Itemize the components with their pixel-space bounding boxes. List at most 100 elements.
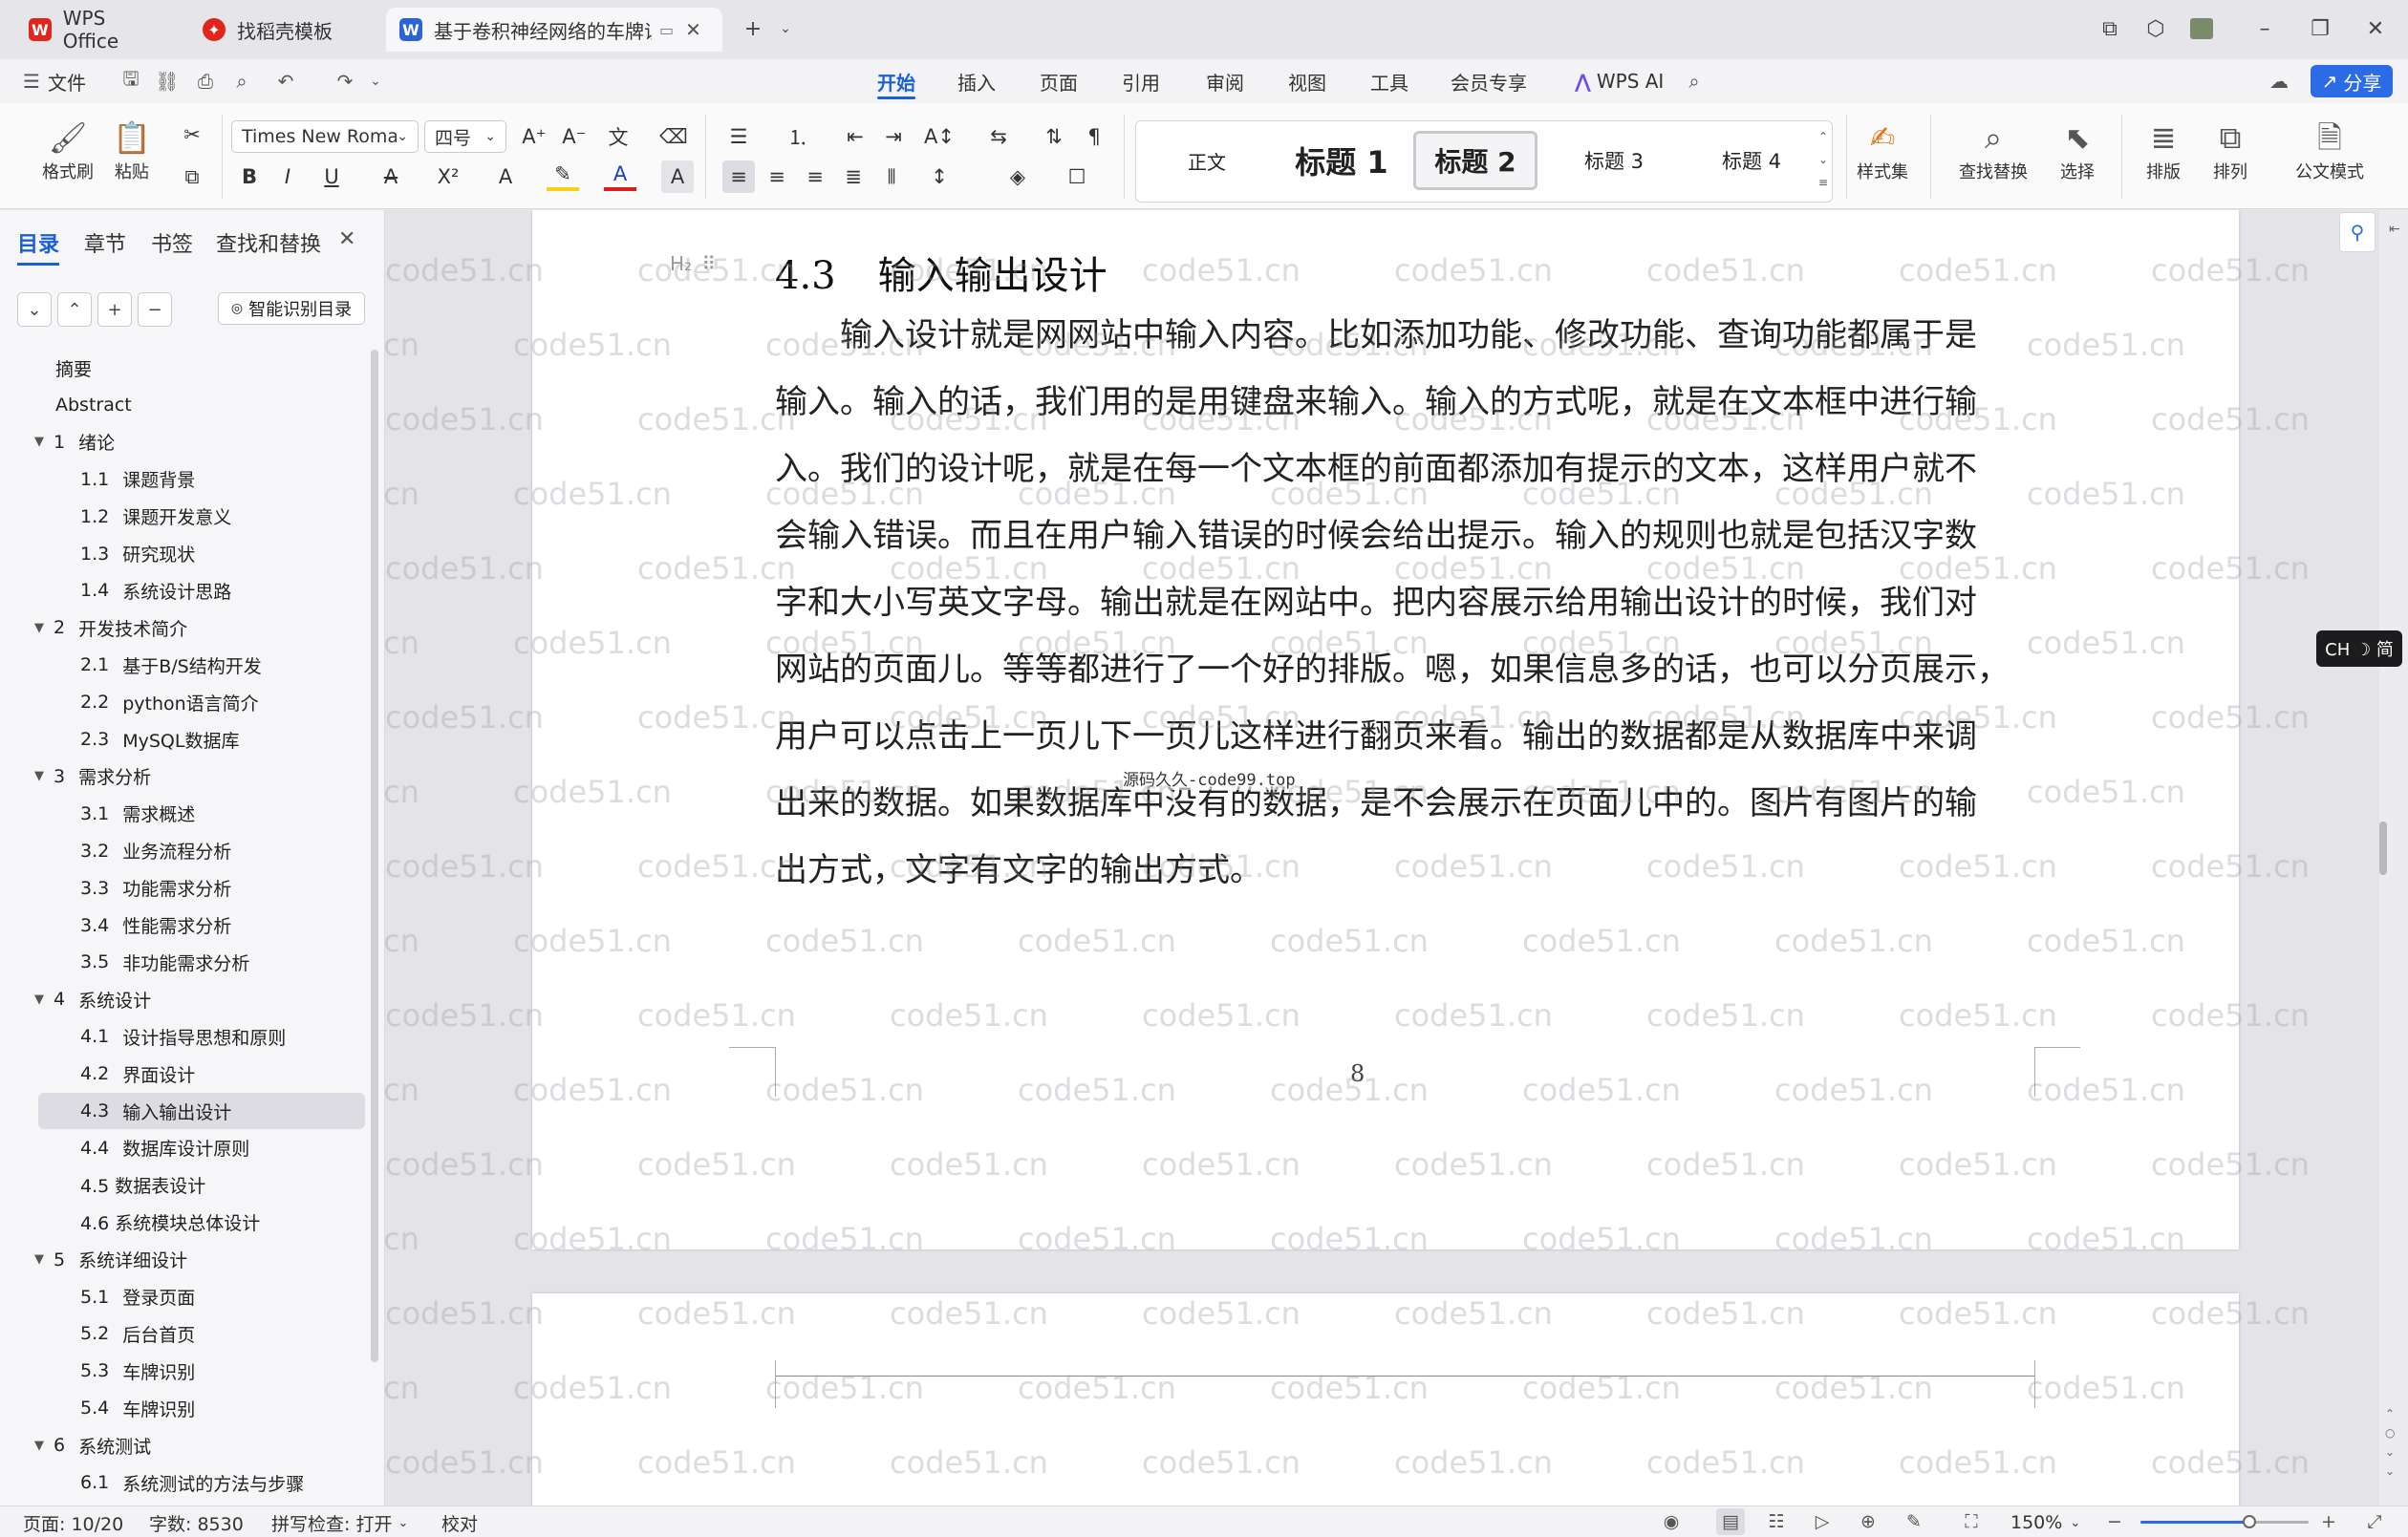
grow-font-icon[interactable]: A⁺	[518, 120, 550, 153]
underline-icon[interactable]: U	[315, 160, 348, 193]
toc-item[interactable]: ▼ 5 系统详细设计	[34, 1242, 365, 1278]
outline-view-icon[interactable]: ☷	[1762, 1508, 1791, 1535]
cube-icon[interactable]: ⬡	[2139, 13, 2173, 44]
tab-list-chevron-icon[interactable]: ⌄	[768, 13, 803, 44]
toc-item[interactable]: 3.1 需求概述	[38, 796, 365, 832]
menu-member[interactable]: 会员专享	[1451, 59, 1527, 103]
close-pane-icon[interactable]: ✕	[338, 227, 355, 251]
print-preview-icon[interactable]: ⌕	[227, 67, 256, 96]
zoom-slider[interactable]	[2140, 1515, 2309, 1528]
phonetic-icon[interactable]: 文	[602, 120, 634, 153]
remove-heading-icon[interactable]: −	[138, 292, 172, 327]
highlight-icon[interactable]: ✎	[547, 160, 579, 191]
avatar[interactable]	[2184, 13, 2219, 44]
menu-file[interactable]: 文件	[48, 59, 86, 103]
toc-item[interactable]: 5.4 车牌识别	[38, 1390, 365, 1426]
eye-icon[interactable]: ◉	[1657, 1508, 1686, 1535]
toc-item[interactable]: 4.6 系统模块总体设计	[38, 1205, 365, 1241]
font-name-select[interactable]: Times New Romar ⌄	[231, 120, 419, 153]
minimize-icon[interactable]: –	[2247, 13, 2282, 44]
bold-icon[interactable]: B	[233, 160, 266, 193]
toc-item[interactable]: ▼ 4 系统设计	[34, 981, 365, 1017]
paste-button[interactable]: 📋 粘贴	[113, 117, 151, 183]
toc-item[interactable]: ▼ 1 绪论	[34, 424, 365, 460]
official-mode-button[interactable]: 🗎 公文模式	[2280, 117, 2379, 183]
zoom-select[interactable]: 150% ⌄	[2010, 1510, 2080, 1535]
sort-icon[interactable]: ⇅	[1038, 120, 1070, 153]
toc-item[interactable]: 4.3 输入输出设计	[38, 1093, 365, 1129]
tab-wps-office[interactable]: W WPS Office	[15, 7, 180, 53]
cut-icon[interactable]: ✂	[176, 118, 208, 151]
expand-triangle-icon[interactable]: ▼	[34, 1439, 54, 1453]
outdent-icon[interactable]: ⇤	[839, 120, 871, 153]
toc-scrollbar[interactable]	[371, 350, 378, 1362]
italic-icon[interactable]: I	[271, 160, 304, 193]
menu-page[interactable]: 页面	[1040, 59, 1078, 103]
ime-badge[interactable]: CH ☽ 简	[2316, 630, 2402, 667]
nav-tab-find-replace[interactable]: 查找和替换	[216, 227, 321, 258]
menu-view[interactable]: 视图	[1288, 59, 1326, 103]
shrink-font-icon[interactable]: A⁻	[558, 120, 591, 153]
style-heading-3[interactable]: 标题 3	[1549, 131, 1679, 190]
play-icon[interactable]: ▷	[1808, 1508, 1837, 1535]
close-window-icon[interactable]: ✕	[2358, 13, 2393, 44]
save-icon[interactable]: 🖫	[117, 67, 145, 96]
show-marks-icon[interactable]: ¶	[1078, 120, 1110, 153]
toc-item[interactable]: ▼ 6 系统测试	[34, 1427, 365, 1463]
screen-icon[interactable]: ▭	[659, 21, 674, 39]
toc-item[interactable]: 1.3 研究现状	[38, 536, 365, 572]
page-indicator[interactable]: 页面: 10/20	[23, 1510, 123, 1535]
char-shading-icon[interactable]: A	[661, 160, 694, 193]
justify-icon[interactable]: ≣	[837, 160, 870, 193]
line-break-icon[interactable]: ⇆	[982, 120, 1015, 153]
style-heading-4[interactable]: 标题 4	[1687, 131, 1817, 190]
toc-item[interactable]: 5.3 车牌识别	[38, 1353, 365, 1389]
find-replace-button[interactable]: ⌕ 查找替换	[1951, 117, 2035, 183]
bullet-list-icon[interactable]: ☰	[722, 120, 755, 153]
toc-item[interactable]: 2.3 MySQL数据库	[38, 721, 365, 758]
page-view-icon[interactable]: ▤	[1716, 1508, 1745, 1535]
toc-item[interactable]: 3.3 功能需求分析	[38, 870, 365, 907]
zoom-slider-knob[interactable]	[2243, 1515, 2257, 1528]
page-nav-icon[interactable]: ⌃ ○ ⌄ ⌄	[2385, 1404, 2395, 1481]
toc-item[interactable]: 1.4 系统设计思路	[38, 572, 365, 608]
shading-icon[interactable]: ◈	[1001, 160, 1034, 193]
copy-icon[interactable]: ⧉	[176, 160, 208, 193]
toc-item[interactable]: ▼ 2 开发技术简介	[34, 609, 365, 646]
close-tab-icon[interactable]: ✕	[685, 18, 701, 41]
tab-document[interactable]: W 基于卷积神经网络的车牌识别 ▭ ✕	[386, 8, 722, 52]
zoom-in-icon[interactable]: +	[2314, 1508, 2343, 1535]
new-tab-button[interactable]: +	[736, 13, 770, 44]
superscript-icon[interactable]: X²	[432, 160, 464, 193]
quick-access-chevron-icon[interactable]: ⌄	[361, 67, 390, 96]
toc-item[interactable]: 2.2 python语言简介	[38, 684, 365, 720]
font-color-icon[interactable]: A	[604, 160, 636, 191]
style-heading-1[interactable]: 标题 1	[1278, 131, 1406, 190]
pen-icon[interactable]: ✎	[1900, 1508, 1928, 1535]
toc-item[interactable]: 4.5 数据表设计	[38, 1167, 365, 1204]
clear-format-icon[interactable]: ⌫	[657, 120, 690, 153]
align-left-icon[interactable]: ≡	[722, 160, 755, 193]
font-size-select[interactable]: 四号 ⌄	[424, 120, 506, 153]
expand-up-icon[interactable]: ⌃	[57, 292, 92, 327]
indent-icon[interactable]: ⇥	[877, 120, 910, 153]
toc-item[interactable]: 3.4 性能需求分析	[38, 907, 365, 944]
toc-item[interactable]: 4.1 设计指导思想和原则	[38, 1018, 365, 1055]
toc-item[interactable]: 摘要	[38, 350, 365, 386]
text-direction-icon[interactable]: A↕	[923, 120, 956, 153]
tab-template[interactable]: ✦ 找稻壳模板	[189, 8, 376, 52]
toc-item[interactable]: 5.1 登录页面	[38, 1279, 365, 1315]
cloud-upload-icon[interactable]: ☁	[2265, 67, 2293, 96]
word-count[interactable]: 字数: 8530	[149, 1510, 244, 1535]
toc-item[interactable]: 1.1 课题背景	[38, 461, 365, 498]
text-effect-icon[interactable]: A	[489, 160, 522, 193]
search-icon[interactable]: ⌕	[1680, 67, 1709, 96]
arrange-button[interactable]: ⧉ 排列	[2200, 117, 2261, 183]
zoom-out-icon[interactable]: −	[2100, 1508, 2129, 1535]
toc-item[interactable]: 3.5 非功能需求分析	[38, 944, 365, 980]
redo-icon[interactable]: ↷	[331, 67, 359, 96]
number-list-icon[interactable]: ⒈	[782, 120, 814, 153]
spell-check-toggle[interactable]: 拼写检查: 打开 ⌄	[271, 1510, 408, 1535]
nav-tab-bookmark[interactable]: 书签	[151, 227, 193, 258]
toc-item[interactable]: 2.1 基于B/S结构开发	[38, 647, 365, 683]
